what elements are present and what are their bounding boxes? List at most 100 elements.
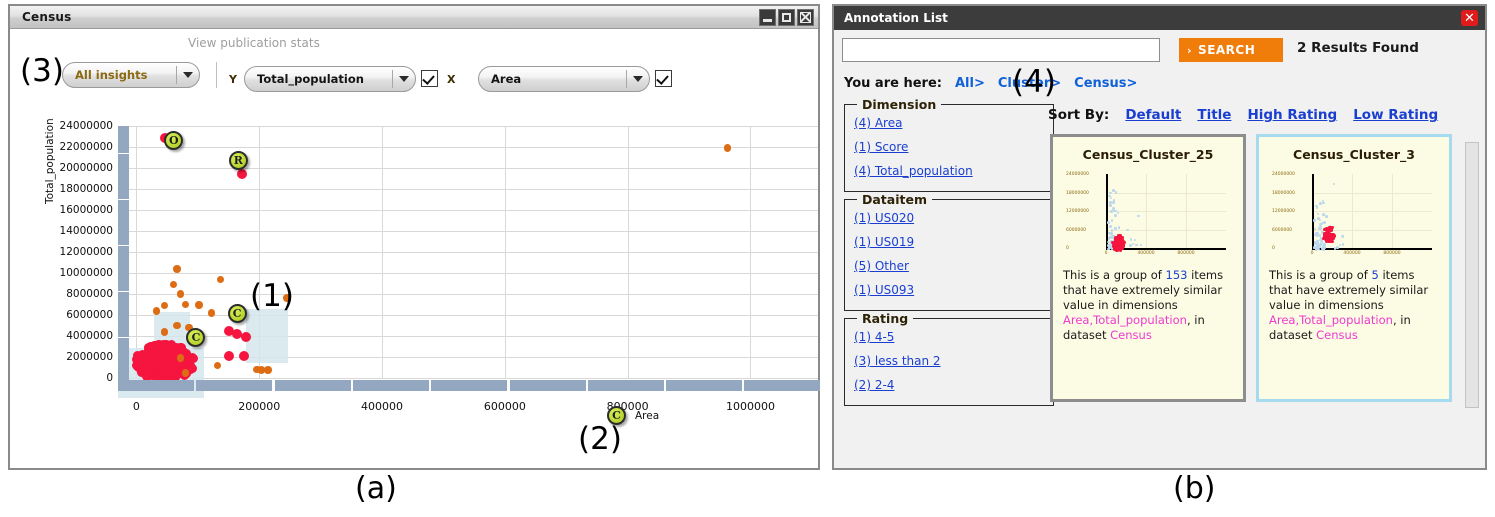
slider-segment[interactable]: [118, 246, 129, 255]
data-point[interactable]: [153, 307, 161, 315]
facet-item[interactable]: (4) Area: [845, 111, 1053, 135]
callout-4-label: (4): [1012, 64, 1056, 100]
facet-item[interactable]: (2) 2-4: [845, 373, 1053, 397]
slider-segment[interactable]: [118, 181, 129, 190]
slider-segment[interactable]: [118, 301, 129, 310]
data-point[interactable]: [177, 290, 185, 298]
slider-segment[interactable]: [118, 292, 129, 301]
slider-segment[interactable]: [118, 154, 129, 163]
slider-segment[interactable]: [118, 172, 129, 181]
data-point[interactable]: [241, 332, 251, 342]
slider-segment[interactable]: [118, 264, 129, 273]
slider-segment[interactable]: [118, 282, 129, 291]
slider-segment[interactable]: [118, 135, 129, 144]
data-point[interactable]: [724, 144, 732, 152]
breadcrumb-item[interactable]: All>: [955, 76, 985, 91]
slider-segment[interactable]: [353, 380, 429, 391]
slider-segment[interactable]: [118, 347, 129, 356]
data-point[interactable]: [169, 368, 178, 377]
breadcrumb-item[interactable]: Census>: [1074, 76, 1137, 91]
slider-segment[interactable]: [118, 190, 129, 199]
result-card[interactable]: Census_Cluster_25 24000000 18000000 1200000…: [1050, 134, 1246, 402]
slider-segment[interactable]: [118, 218, 129, 227]
cards-scrollbar[interactable]: [1465, 142, 1479, 408]
minimize-icon[interactable]: [759, 9, 776, 26]
slider-segment[interactable]: [118, 163, 129, 172]
slider-segment[interactable]: [118, 200, 129, 209]
data-point[interactable]: [224, 351, 234, 361]
data-point[interactable]: [173, 265, 181, 273]
data-point[interactable]: [214, 362, 222, 370]
annotation-marker[interactable]: C: [228, 304, 247, 323]
close-icon[interactable]: [797, 9, 814, 26]
slider-segment[interactable]: [666, 380, 742, 391]
slider-segment[interactable]: [588, 380, 664, 391]
data-point[interactable]: [237, 169, 247, 179]
sort-option[interactable]: High Rating: [1247, 107, 1337, 123]
data-point[interactable]: [146, 342, 155, 351]
maximize-icon[interactable]: [778, 9, 795, 26]
data-point[interactable]: [182, 301, 190, 309]
facet-item[interactable]: (1) US019: [845, 230, 1053, 254]
y-axis-dropdown[interactable]: Total_population: [244, 66, 416, 92]
slider-segment[interactable]: [510, 380, 586, 391]
x-axis-checkbox[interactable]: [655, 70, 672, 87]
facet-item[interactable]: (3) less than 2: [845, 349, 1053, 373]
slider-segment[interactable]: [118, 310, 129, 319]
data-point[interactable]: [232, 329, 242, 339]
slider-segment[interactable]: [118, 273, 129, 282]
vertical-range-slider[interactable]: [118, 126, 129, 381]
result-card[interactable]: Census_Cluster_3 24000000 18000000 12000000…: [1256, 134, 1452, 402]
annotation-marker[interactable]: C: [186, 328, 205, 347]
slider-segment[interactable]: [431, 380, 507, 391]
data-point[interactable]: [264, 366, 272, 374]
annotation-marker[interactable]: R: [229, 151, 248, 170]
data-point[interactable]: [170, 281, 178, 289]
slider-segment[interactable]: [118, 328, 129, 337]
search-button[interactable]: › SEARCH: [1179, 38, 1283, 62]
slider-segment[interactable]: [118, 144, 129, 153]
close-icon[interactable]: ✕: [1461, 10, 1478, 26]
y-axis-checkbox[interactable]: [421, 70, 438, 87]
facet-item[interactable]: (5) Other: [845, 254, 1053, 278]
slider-segment[interactable]: [196, 380, 272, 391]
facet-item[interactable]: (1) 4-5: [845, 325, 1053, 349]
slider-segment[interactable]: [118, 126, 129, 135]
sort-option[interactable]: Default: [1125, 107, 1181, 123]
slider-segment[interactable]: [118, 227, 129, 236]
data-point[interactable]: [182, 369, 190, 377]
scatter-plot[interactable]: 0 2000000 4000000 6000000 8000000 10000000 120…: [118, 126, 818, 378]
data-point[interactable]: [173, 322, 181, 330]
data-point[interactable]: [177, 344, 186, 353]
view-publication-stats-link[interactable]: View publication stats: [188, 36, 320, 50]
data-point[interactable]: [161, 302, 169, 310]
slider-segment[interactable]: [118, 365, 129, 374]
data-point[interactable]: [217, 276, 225, 284]
data-point[interactable]: [168, 359, 177, 368]
slider-segment[interactable]: [118, 255, 129, 264]
sort-option[interactable]: Low Rating: [1353, 107, 1438, 123]
slider-segment[interactable]: [744, 380, 820, 391]
facet-item[interactable]: (1) US093: [845, 278, 1053, 302]
search-input[interactable]: [842, 38, 1160, 62]
slider-segment[interactable]: [275, 380, 351, 391]
slider-segment[interactable]: [118, 319, 129, 328]
slider-segment[interactable]: [118, 380, 194, 391]
data-point[interactable]: [160, 341, 169, 350]
x-axis-dropdown[interactable]: Area: [478, 66, 650, 92]
horizontal-range-slider[interactable]: [118, 380, 820, 391]
annotation-marker[interactable]: O: [164, 131, 183, 150]
facet-item[interactable]: (1) Score: [845, 135, 1053, 159]
data-point[interactable]: [161, 328, 169, 336]
facet-item[interactable]: (1) US020: [845, 206, 1053, 230]
slider-segment[interactable]: [118, 236, 129, 245]
sort-option[interactable]: Title: [1197, 107, 1231, 123]
slider-segment[interactable]: [118, 356, 129, 365]
data-point[interactable]: [132, 361, 141, 370]
slider-segment[interactable]: [118, 209, 129, 218]
slider-segment[interactable]: [118, 338, 129, 347]
data-point[interactable]: [195, 301, 203, 309]
data-point[interactable]: [208, 309, 216, 317]
facet-item[interactable]: (4) Total_population: [845, 159, 1053, 183]
insight-filter-dropdown[interactable]: All insights: [62, 62, 200, 88]
